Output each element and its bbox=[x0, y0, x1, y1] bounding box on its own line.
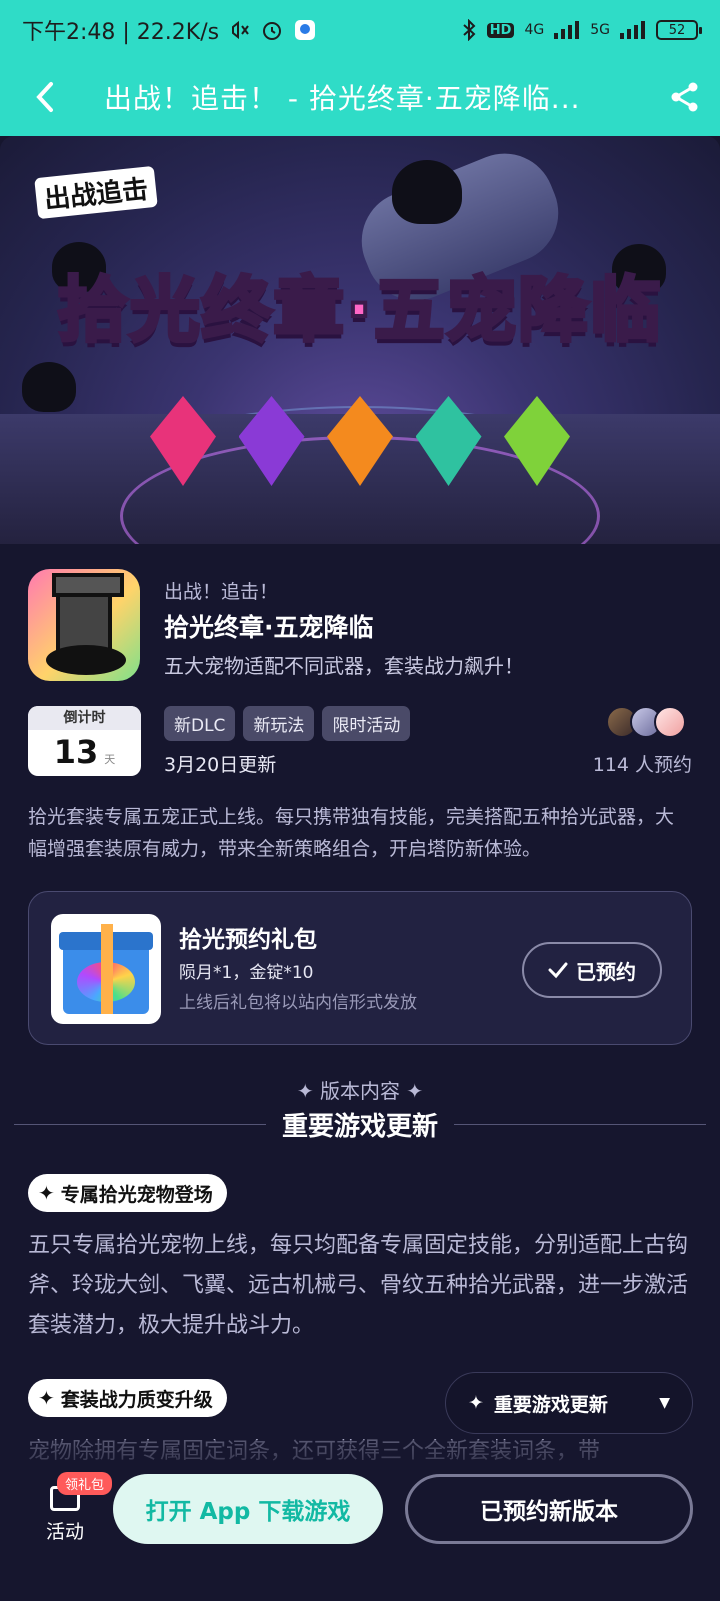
section-label: ✦ 版本内容 ✦ bbox=[296, 1079, 424, 1103]
banner-logo: 出战追击 bbox=[34, 165, 158, 220]
signal2-icon bbox=[620, 21, 646, 39]
divider bbox=[454, 1124, 707, 1125]
nav-bar: 出战！追击！ - 拾光终章·五宠降临... bbox=[0, 62, 720, 132]
bluetooth-icon bbox=[461, 19, 477, 41]
reserve-count: 114 人预约 bbox=[592, 754, 692, 776]
countdown-label: 倒计时 bbox=[28, 706, 141, 730]
section-nav-dropdown[interactable]: ✦ 重要游戏更新 ▼ bbox=[445, 1372, 693, 1434]
tag[interactable]: 新DLC bbox=[164, 706, 236, 741]
update-name: 拾光终章·五宠降临 bbox=[164, 613, 374, 642]
back-button[interactable] bbox=[0, 62, 90, 132]
status-bar: 下午2:48 | 22.2K/s HD 4G 5G 52 bbox=[0, 0, 720, 60]
mute-icon bbox=[229, 19, 251, 41]
back-arrow-icon bbox=[36, 82, 53, 112]
section-title: 重要游戏更新 bbox=[282, 1112, 439, 1142]
network-label: 4G bbox=[524, 22, 545, 38]
gem-orange bbox=[327, 396, 393, 486]
feature-title-pill: ✦ 套装战力质变升级 bbox=[28, 1379, 227, 1417]
intro-text: 拾光套装专属五宠正式上线。每只携带独有技能，完美搭配五种拾光武器，大幅增强套装原… bbox=[28, 806, 675, 860]
tag-list: 新DLC 新玩法 限时活动 bbox=[164, 706, 411, 741]
reserved-version-button[interactable]: 已预约新版本 bbox=[405, 1474, 693, 1544]
feature-title-pill: ✦ 专属拾光宠物登场 bbox=[28, 1174, 227, 1212]
hero-banner: 出战追击 拾光终章·五宠降临 bbox=[0, 136, 720, 544]
banner-title: 拾光终章·五宠降临 bbox=[56, 267, 663, 353]
gem-teal bbox=[415, 396, 482, 486]
gift-items: 陨月*1，金锭*10 bbox=[179, 963, 314, 983]
gift-badge[interactable]: 领礼包 bbox=[57, 1472, 113, 1495]
section-title-row: 重要游戏更新 bbox=[14, 1106, 707, 1143]
feature-title: 套装战力质变升级 bbox=[60, 1388, 213, 1411]
gift-note: 上线后礼包将以站内信形式发放 bbox=[179, 993, 417, 1013]
gift-reserved-label: 已预约 bbox=[576, 959, 636, 984]
hd-icon: HD bbox=[486, 22, 515, 38]
banner-gems bbox=[150, 366, 570, 486]
update-date: 3月20日更新 bbox=[164, 754, 277, 776]
app-notification-icon bbox=[293, 18, 317, 42]
check-icon bbox=[548, 962, 568, 979]
gift-reserved-button[interactable]: 已预约 bbox=[522, 942, 662, 998]
reserver-avatars[interactable] bbox=[606, 706, 686, 738]
feature-text: 五只专属拾光宠物上线，每只均配备专属固定技能，分别适配上古钩斧、玲珑大剑、飞翼、… bbox=[28, 1233, 689, 1338]
dropdown-arrow-icon: ▼ bbox=[659, 1395, 670, 1411]
goo-shape bbox=[46, 645, 126, 675]
sparkle-icon: ✦ bbox=[38, 1386, 55, 1410]
divider bbox=[14, 1124, 266, 1125]
share-button[interactable] bbox=[650, 62, 720, 132]
page-title: 出战！追击！ - 拾光终章·五宠降临... bbox=[104, 82, 581, 115]
tag[interactable]: 限时活动 bbox=[322, 706, 411, 741]
update-description: 五大宠物适配不同武器，套装战力飙升！ bbox=[164, 654, 524, 678]
gift-card: 拾光预约礼包 陨月*1，金锭*10 上线后礼包将以站内信形式发放 已预约 bbox=[28, 891, 692, 1045]
alarm-icon bbox=[261, 19, 283, 41]
network2-label: 5G bbox=[590, 22, 610, 38]
banner-blob bbox=[392, 160, 462, 224]
share-icon bbox=[671, 82, 698, 112]
countdown-card: 倒计时 13 天 bbox=[28, 706, 141, 776]
countdown-unit: 天 bbox=[104, 753, 116, 766]
gem-green bbox=[504, 396, 570, 486]
sparkle-icon: ✦ bbox=[468, 1392, 484, 1414]
countdown-value: 13 bbox=[53, 733, 99, 771]
avatar bbox=[654, 706, 686, 738]
status-time-speed: 下午2:48 | 22.2K/s bbox=[22, 20, 220, 45]
banner-blob bbox=[22, 362, 76, 412]
app-icon[interactable] bbox=[28, 569, 140, 681]
activity-label: 活动 bbox=[45, 1521, 84, 1543]
tag[interactable]: 新玩法 bbox=[243, 706, 315, 741]
signal-icon bbox=[554, 21, 580, 39]
feature-title: 专属拾光宠物登场 bbox=[60, 1183, 213, 1206]
section-nav-label: 重要游戏更新 bbox=[493, 1393, 608, 1416]
gem-pink bbox=[150, 396, 216, 486]
gift-title: 拾光预约礼包 bbox=[179, 927, 317, 953]
sparkle-icon: ✦ bbox=[38, 1181, 55, 1205]
battery-level: 52 bbox=[668, 22, 686, 38]
open-app-button[interactable]: 打开 App 下载游戏 bbox=[113, 1474, 383, 1544]
gift-ribbon bbox=[101, 924, 113, 1014]
game-name: 出战！追击！ bbox=[164, 581, 279, 603]
battery-icon: 52 bbox=[656, 20, 702, 40]
gift-box-image bbox=[51, 914, 161, 1024]
gem-purple bbox=[238, 396, 305, 486]
